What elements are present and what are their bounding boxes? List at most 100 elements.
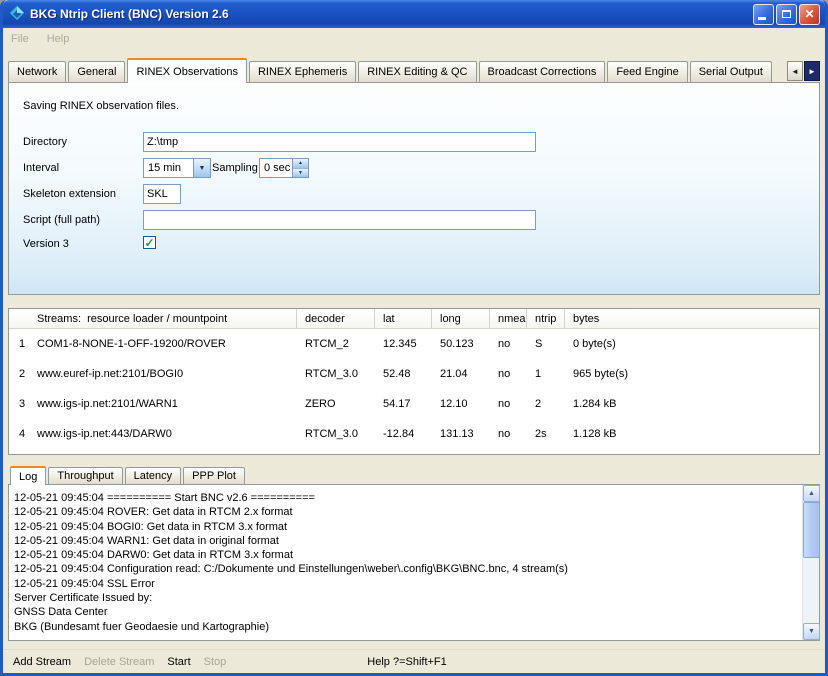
sampling-stepper[interactable]: 0 sec ▲ ▼ [259, 158, 309, 178]
start-button[interactable]: Start [167, 656, 190, 668]
directory-input[interactable] [143, 132, 536, 152]
tab-scroll-left-button[interactable]: ◄ [787, 61, 803, 81]
scrollbar-thumb[interactable] [803, 502, 820, 558]
interval-dropdown-button[interactable]: ▼ [193, 159, 210, 177]
app-window: BKG Ntrip Client (BNC) Version 2.6 ✕ Fil… [0, 0, 828, 676]
cell-long: 50.123 [432, 329, 490, 359]
scroll-up-button[interactable]: ▲ [803, 485, 820, 502]
tab-label: Latency [134, 470, 173, 482]
streams-header-row: Streams: resource loader / mountpoint de… [9, 309, 819, 329]
tab-scroll-left-icon: ◄ [791, 67, 799, 76]
tab-general[interactable]: General [68, 61, 125, 82]
tab-log[interactable]: Log [10, 466, 46, 485]
cell-decoder: ZERO [297, 389, 375, 419]
minimize-icon [758, 17, 766, 20]
tab-scroll-right-icon: ► [808, 67, 816, 76]
menu-file[interactable]: File [11, 33, 29, 45]
cell-decoder: RTCM_3.0 [297, 359, 375, 389]
table-row[interactable]: 4 www.igs-ip.net:443/DARW0 RTCM_3.0 -12.… [9, 419, 819, 449]
spin-up-icon: ▲ [298, 160, 303, 166]
scroll-down-icon: ▼ [808, 628, 815, 635]
tab-rinex-editing-qc[interactable]: RINEX Editing & QC [358, 61, 476, 82]
tab-label: RINEX Editing & QC [367, 66, 467, 78]
tab-label: Broadcast Corrections [488, 66, 597, 78]
cell-mountpoint: www.euref-ip.net:2101/BOGI0 [35, 359, 297, 389]
window-body: File Help Network General RINEX Observat… [3, 28, 825, 673]
table-row[interactable]: 3 www.igs-ip.net:2101/WARN1 ZERO 54.17 1… [9, 389, 819, 419]
tab-throughput[interactable]: Throughput [48, 467, 122, 484]
log-line: 12-05-21 09:45:04 SSL Error [14, 577, 799, 591]
tab-label: RINEX Observations [136, 66, 237, 78]
version3-label: Version 3 [23, 238, 69, 250]
cell-mountpoint: www.igs-ip.net:443/DARW0 [35, 419, 297, 449]
window-title: BKG Ntrip Client (BNC) Version 2.6 [30, 7, 751, 21]
scroll-up-icon: ▲ [808, 490, 815, 497]
check-icon: ✓ [144, 237, 154, 249]
interval-select[interactable]: 15 min ▼ [143, 158, 211, 178]
chevron-down-icon: ▼ [199, 165, 206, 172]
header-bytes[interactable]: bytes [565, 309, 819, 328]
maximize-button[interactable] [776, 4, 797, 25]
row-number: 1 [9, 329, 35, 359]
row-number: 2 [9, 359, 35, 389]
tab-network[interactable]: Network [8, 61, 66, 82]
cell-ntrip: 2 [527, 389, 565, 419]
sampling-down-button[interactable]: ▼ [293, 169, 308, 178]
skeleton-extension-label: Skeleton extension [23, 188, 116, 200]
log-line: GNSS Data Center [14, 605, 799, 619]
tab-ppp-plot[interactable]: PPP Plot [183, 467, 245, 484]
tab-broadcast-corrections[interactable]: Broadcast Corrections [479, 61, 606, 82]
close-button[interactable]: ✕ [799, 4, 820, 25]
minimize-button[interactable] [753, 4, 774, 25]
tab-rinex-observations[interactable]: RINEX Observations [127, 58, 246, 83]
titlebar[interactable]: BKG Ntrip Client (BNC) Version 2.6 ✕ [3, 0, 825, 28]
version3-checkbox[interactable]: ✓ [143, 236, 156, 249]
help-shortcut-label: Help ?=Shift+F1 [367, 656, 447, 668]
scroll-down-button[interactable]: ▼ [803, 623, 820, 640]
cell-nmea: no [490, 389, 527, 419]
tab-scroll-right-button[interactable]: ► [804, 61, 820, 81]
header-mountpoint[interactable]: Streams: resource loader / mountpoint [9, 309, 297, 328]
tab-feed-engine[interactable]: Feed Engine [607, 61, 687, 82]
menubar: File Help [3, 28, 825, 50]
table-row[interactable]: 2 www.euref-ip.net:2101/BOGI0 RTCM_3.0 5… [9, 359, 819, 389]
row-number: 4 [9, 419, 35, 449]
tab-latency[interactable]: Latency [125, 467, 182, 484]
sampling-label: Sampling [212, 162, 258, 174]
skeleton-extension-input[interactable] [143, 184, 181, 204]
cell-nmea: no [490, 359, 527, 389]
header-nmea[interactable]: nmea [490, 309, 527, 328]
header-decoder[interactable]: decoder [297, 309, 375, 328]
log-line: 12-05-21 09:45:04 ========== Start BNC v… [14, 491, 799, 505]
tab-serial-output[interactable]: Serial Output [690, 61, 772, 82]
log-scrollbar[interactable]: ▲ ▼ [802, 485, 819, 640]
log-line: 12-05-21 09:45:04 DARW0: Get data in RTC… [14, 548, 799, 562]
log-line: Server Certificate Issued by: [14, 591, 799, 605]
cell-ntrip: S [527, 329, 565, 359]
cell-mountpoint: www.igs-ip.net:2101/WARN1 [35, 389, 297, 419]
tab-label: PPP Plot [192, 470, 236, 482]
interval-value: 15 min [144, 159, 193, 177]
menu-help[interactable]: Help [47, 33, 70, 45]
tab-rinex-ephemeris[interactable]: RINEX Ephemeris [249, 61, 356, 82]
log-line: 12-05-21 09:45:04 WARN1: Get data in ori… [14, 534, 799, 548]
header-ntrip[interactable]: ntrip [527, 309, 565, 328]
sampling-up-button[interactable]: ▲ [293, 159, 308, 169]
tab-label: Feed Engine [616, 66, 678, 78]
cell-nmea: no [490, 329, 527, 359]
cell-ntrip: 1 [527, 359, 565, 389]
script-full-path-input[interactable] [143, 210, 536, 230]
sampling-value: 0 sec [260, 159, 292, 177]
sampling-spin-buttons: ▲ ▼ [292, 159, 308, 177]
cell-mountpoint: COM1-8-NONE-1-OFF-19200/ROVER [35, 329, 297, 359]
header-lat[interactable]: lat [375, 309, 432, 328]
cell-nmea: no [490, 419, 527, 449]
header-long[interactable]: long [432, 309, 490, 328]
log-line: BKG (Bundesamt fuer Geodaesie und Kartog… [14, 620, 799, 634]
tab-bar: Network General RINEX Observations RINEX… [8, 58, 820, 82]
table-row[interactable]: 1 COM1-8-NONE-1-OFF-19200/ROVER RTCM_2 1… [9, 329, 819, 359]
rinex-observations-panel: Saving RINEX observation files. Director… [8, 82, 820, 295]
log-pane: 12-05-21 09:45:04 ========== Start BNC v… [8, 484, 820, 641]
add-stream-button[interactable]: Add Stream [13, 656, 71, 668]
streams-table: Streams: resource loader / mountpoint de… [8, 308, 820, 455]
